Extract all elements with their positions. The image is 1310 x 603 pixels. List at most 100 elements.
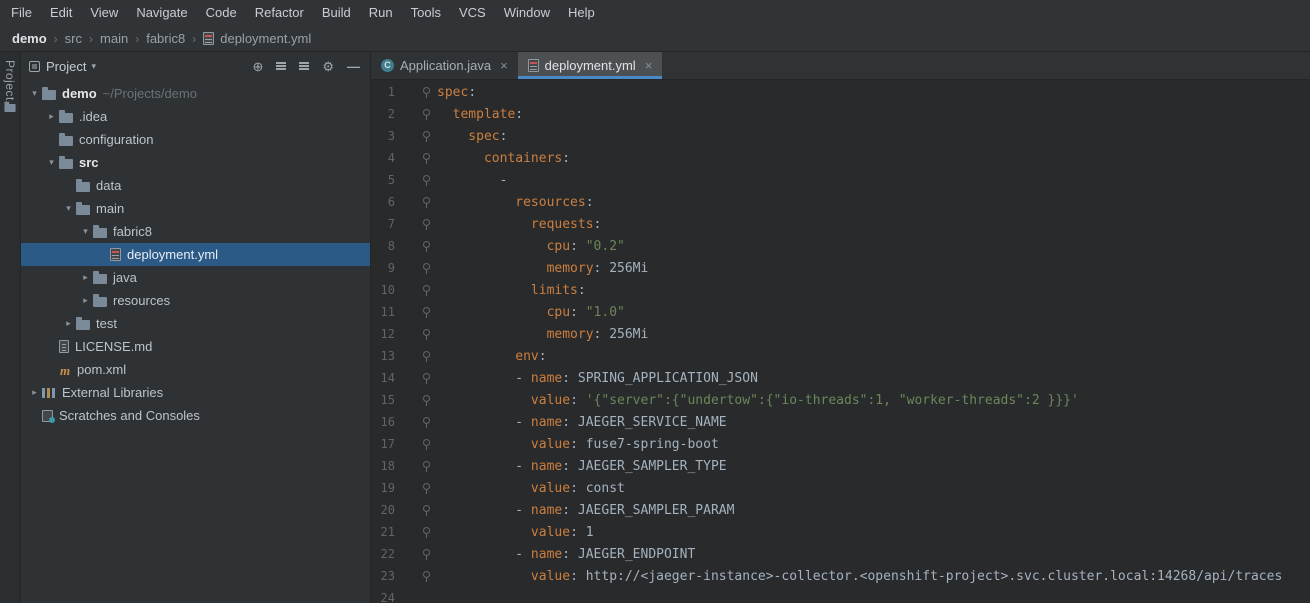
menu-navigate[interactable]: Navigate (127, 0, 196, 26)
yaml-key-gutter-icon[interactable] (423, 482, 431, 494)
editor-line[interactable]: 18 - name: JAEGER_SAMPLER_TYPE (371, 455, 1310, 477)
chevron-right-icon[interactable]: ▸ (78, 272, 93, 283)
menu-view[interactable]: View (81, 0, 127, 26)
tab-deployment-yml[interactable]: deployment.yml × (517, 52, 663, 79)
chevron-down-icon[interactable]: ▾ (27, 88, 42, 99)
yaml-key-gutter-icon[interactable] (423, 548, 431, 560)
expand-all-icon[interactable] (276, 62, 287, 70)
locate-file-icon[interactable]: ⊕ (252, 60, 263, 73)
tree-item-external-libraries[interactable]: ▸ External Libraries (21, 381, 370, 404)
editor-line[interactable]: 8 cpu: "0.2" (371, 235, 1310, 257)
tree-item-scratches[interactable]: Scratches and Consoles (21, 404, 370, 427)
yaml-key-gutter-icon[interactable] (423, 284, 431, 296)
yaml-key-gutter-icon[interactable] (423, 416, 431, 428)
tree-item-pom-xml[interactable]: pom.xml (21, 358, 370, 381)
editor-line[interactable]: 9 memory: 256Mi (371, 257, 1310, 279)
yaml-key-gutter-icon[interactable] (423, 240, 431, 252)
editor-line[interactable]: 10 limits: (371, 279, 1310, 301)
tree-item-main[interactable]: ▾ main (21, 197, 370, 220)
tree-item-resources[interactable]: ▸ resources (21, 289, 370, 312)
breadcrumb-item-deployment-yml[interactable]: deployment.yml (218, 31, 313, 46)
yaml-key-gutter-icon[interactable] (423, 350, 431, 362)
chevron-right-icon[interactable]: ▸ (61, 318, 76, 329)
settings-gear-icon[interactable]: ⚙ (322, 60, 334, 73)
yaml-key-gutter-icon[interactable] (423, 372, 431, 384)
editor-line[interactable]: 3 spec: (371, 125, 1310, 147)
yaml-key-gutter-icon[interactable] (423, 262, 431, 274)
tree-item-test[interactable]: ▸ test (21, 312, 370, 335)
breadcrumb-item-src[interactable]: src (63, 31, 84, 46)
menu-run[interactable]: Run (360, 0, 402, 26)
editor-line[interactable]: 13 env: (371, 345, 1310, 367)
yaml-key-gutter-icon[interactable] (423, 570, 431, 582)
chevron-down-icon[interactable]: ▾ (44, 157, 59, 168)
tree-item-idea[interactable]: ▸ .idea (21, 105, 370, 128)
tab-application-java[interactable]: Application.java × (371, 52, 518, 79)
close-icon[interactable]: × (645, 59, 653, 72)
editor-line[interactable]: 17 value: fuse7-spring-boot (371, 433, 1310, 455)
menu-edit[interactable]: Edit (41, 0, 81, 26)
editor-line[interactable]: 15 value: '{"server":{"undertow":{"io-th… (371, 389, 1310, 411)
tree-item-demo[interactable]: ▾ demo ~/Projects/demo (21, 82, 370, 105)
menu-refactor[interactable]: Refactor (246, 0, 313, 26)
yaml-key-gutter-icon[interactable] (423, 218, 431, 230)
editor-line[interactable]: 6 resources: (371, 191, 1310, 213)
editor-line[interactable]: 16 - name: JAEGER_SERVICE_NAME (371, 411, 1310, 433)
yaml-key-gutter-icon[interactable] (423, 526, 431, 538)
chevron-right-icon[interactable]: ▸ (78, 295, 93, 306)
menu-build[interactable]: Build (313, 0, 360, 26)
yaml-key-gutter-icon[interactable] (423, 196, 431, 208)
yaml-key-gutter-icon[interactable] (423, 438, 431, 450)
editor-line[interactable]: 19 value: const (371, 477, 1310, 499)
editor-line[interactable]: 5 - (371, 169, 1310, 191)
tree-item-fabric8[interactable]: ▾ fabric8 (21, 220, 370, 243)
tree-item-configuration[interactable]: configuration (21, 128, 370, 151)
editor-line[interactable]: 11 cpu: "1.0" (371, 301, 1310, 323)
menu-vcs[interactable]: VCS (450, 0, 495, 26)
menu-code[interactable]: Code (197, 0, 246, 26)
project-panel-title[interactable]: Project (46, 59, 86, 74)
tree-item-deployment-yml[interactable]: deployment.yml (21, 243, 370, 266)
breadcrumb-item-main[interactable]: main (98, 31, 130, 46)
tree-item-data[interactable]: data (21, 174, 370, 197)
editor-line[interactable]: 22 - name: JAEGER_ENDPOINT (371, 543, 1310, 565)
tree-item-license-md[interactable]: LICENSE.md (21, 335, 370, 358)
close-icon[interactable]: × (500, 59, 508, 72)
tree-item-src[interactable]: ▾ src (21, 151, 370, 174)
editor-line[interactable]: 14 - name: SPRING_APPLICATION_JSON (371, 367, 1310, 389)
yaml-key-gutter-icon[interactable] (423, 504, 431, 516)
editor-line[interactable]: 23 value: http://<jaeger-instance>-colle… (371, 565, 1310, 587)
editor-line[interactable]: 2 template: (371, 103, 1310, 125)
menu-help[interactable]: Help (559, 0, 604, 26)
tree-item-java[interactable]: ▸ java (21, 266, 370, 289)
yaml-key-gutter-icon[interactable] (423, 460, 431, 472)
yaml-key-gutter-icon[interactable] (423, 130, 431, 142)
menu-window[interactable]: Window (495, 0, 559, 26)
yaml-key-gutter-icon[interactable] (423, 152, 431, 164)
editor-line[interactable]: 4 containers: (371, 147, 1310, 169)
collapse-all-icon[interactable] (299, 62, 310, 70)
menu-file[interactable]: File (2, 0, 41, 26)
editor-line[interactable]: 24 (371, 587, 1310, 603)
breadcrumb-item-demo[interactable]: demo (10, 31, 49, 46)
yaml-key-gutter-icon[interactable] (423, 306, 431, 318)
editor-line[interactable]: 1 spec: (371, 81, 1310, 103)
chevron-down-icon[interactable]: ▾ (61, 203, 76, 214)
project-tool-button[interactable]: Project (3, 60, 17, 101)
hide-panel-icon[interactable]: — (347, 60, 360, 73)
editor-line[interactable]: 21 value: 1 (371, 521, 1310, 543)
yaml-key-gutter-icon[interactable] (423, 328, 431, 340)
editor-line[interactable]: 12 memory: 256Mi (371, 323, 1310, 345)
chevron-right-icon[interactable]: ▸ (44, 111, 59, 122)
yaml-key-gutter-icon[interactable] (423, 86, 431, 98)
yaml-key-gutter-icon[interactable] (423, 108, 431, 120)
chevron-down-icon[interactable]: ▾ (78, 226, 93, 237)
menu-tools[interactable]: Tools (402, 0, 450, 26)
yaml-key-gutter-icon[interactable] (423, 394, 431, 406)
chevron-down-icon[interactable]: ▾ (91, 61, 96, 72)
yaml-key-gutter-icon[interactable] (423, 174, 431, 186)
editor-line[interactable]: 20 - name: JAEGER_SAMPLER_PARAM (371, 499, 1310, 521)
breadcrumb-item-fabric8[interactable]: fabric8 (144, 31, 187, 46)
editor-line[interactable]: 7 requests: (371, 213, 1310, 235)
code-editor[interactable]: 1 spec: 2 template: 3 spec: 4 containers: 5 -… (371, 80, 1310, 603)
